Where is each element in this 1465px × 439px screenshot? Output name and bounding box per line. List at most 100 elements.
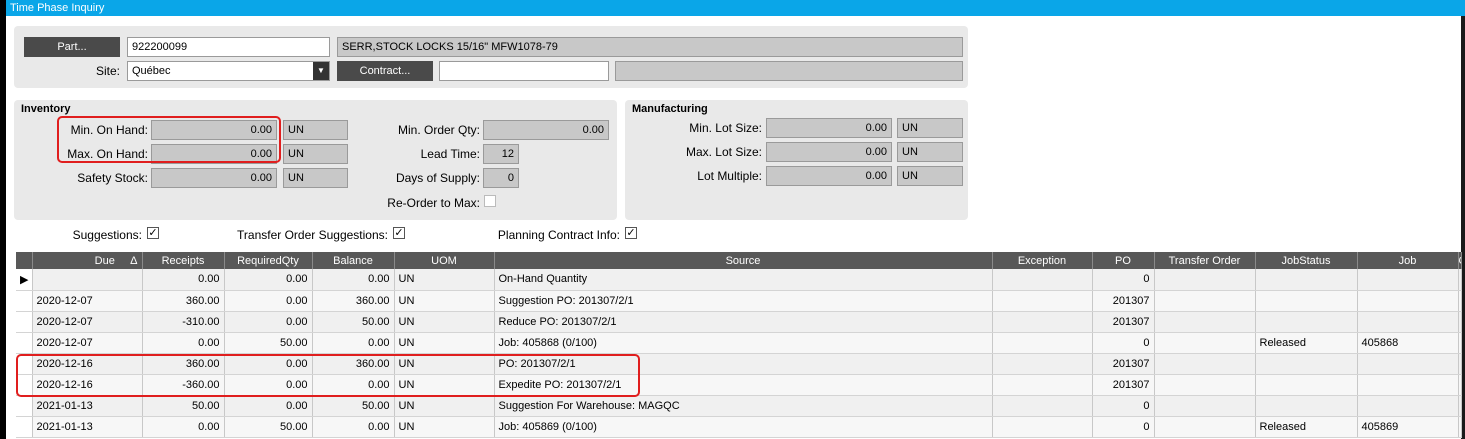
cell-exception[interactable] (992, 332, 1093, 354)
cell-source[interactable]: Job: 405868 (0/100) (494, 332, 993, 354)
cell-due[interactable]: 2020-12-07 (32, 311, 143, 333)
cell-receipts[interactable]: 50.00 (142, 395, 225, 417)
cell-po[interactable]: 201307 (1092, 290, 1155, 312)
row-selector[interactable] (16, 395, 33, 417)
cell-uom[interactable]: UN (394, 395, 495, 417)
cell-source[interactable]: Suggestion PO: 201307/2/1 (494, 290, 993, 312)
cell-balance[interactable]: 360.00 (312, 353, 395, 375)
column-header-source[interactable]: Source (494, 252, 993, 269)
cell-po[interactable]: 0 (1092, 269, 1155, 291)
cell-due[interactable] (32, 269, 143, 291)
part-input[interactable]: 922200099 (127, 37, 330, 57)
cell-c[interactable] (1458, 353, 1462, 375)
column-header-po[interactable]: PO (1092, 252, 1155, 269)
row-selector[interactable] (16, 353, 33, 375)
days-of-supply-field[interactable]: 0 (483, 168, 519, 188)
cell-job[interactable] (1357, 353, 1459, 375)
safety-stock-field[interactable]: 0.00 (151, 168, 277, 188)
cell-job[interactable] (1357, 290, 1459, 312)
cell-balance[interactable]: 50.00 (312, 311, 395, 333)
cell-jobstatus[interactable]: Released (1255, 332, 1358, 354)
reorder-to-max-checkbox[interactable] (484, 195, 496, 207)
cell-balance[interactable]: 0.00 (312, 269, 395, 291)
min-on-hand-field[interactable]: 0.00 (151, 120, 277, 140)
cell-balance[interactable]: 0.00 (312, 416, 395, 438)
column-header-requiredqty[interactable]: RequiredQty (224, 252, 313, 269)
cell-transfer[interactable] (1154, 311, 1256, 333)
cell-receipts[interactable]: -310.00 (142, 311, 225, 333)
max-on-hand-field[interactable]: 0.00 (151, 144, 277, 164)
min-lot-field[interactable]: 0.00 (766, 118, 892, 138)
suggestions-checkbox[interactable]: ✓ (147, 227, 159, 239)
cell-po[interactable]: 0 (1092, 395, 1155, 417)
cell-due[interactable]: 2020-12-07 (32, 332, 143, 354)
cell-uom[interactable]: UN (394, 353, 495, 375)
cell-required[interactable]: 0.00 (224, 395, 313, 417)
cell-receipts[interactable]: 360.00 (142, 290, 225, 312)
cell-source[interactable]: Expedite PO: 201307/2/1 (494, 374, 993, 396)
cell-po[interactable]: 201307 (1092, 311, 1155, 333)
cell-c[interactable] (1458, 416, 1462, 438)
cell-required[interactable]: 0.00 (224, 290, 313, 312)
cell-job[interactable]: 405869 (1357, 416, 1459, 438)
lot-multiple-field[interactable]: 0.00 (766, 166, 892, 186)
cell-uom[interactable]: UN (394, 374, 495, 396)
cell-receipts[interactable]: 0.00 (142, 416, 225, 438)
cell-required[interactable]: 0.00 (224, 269, 313, 291)
cell-po[interactable]: 0 (1092, 332, 1155, 354)
cell-receipts[interactable]: 0.00 (142, 332, 225, 354)
row-selector[interactable] (16, 374, 33, 396)
cell-transfer[interactable] (1154, 269, 1256, 291)
row-selector[interactable] (16, 290, 33, 312)
cell-receipts[interactable]: 360.00 (142, 353, 225, 375)
column-header-job[interactable]: Job (1357, 252, 1459, 269)
cell-exception[interactable] (992, 353, 1093, 375)
cell-balance[interactable]: 0.00 (312, 332, 395, 354)
cell-balance[interactable]: 360.00 (312, 290, 395, 312)
column-header-exception[interactable]: Exception (992, 252, 1093, 269)
cell-transfer[interactable] (1154, 353, 1256, 375)
table-row[interactable]: 2021-01-13 0.00 50.00 0.00 UN Job: 405869 (0/… (16, 416, 1462, 438)
cell-due[interactable]: 2021-01-13 (32, 395, 143, 417)
cell-po[interactable]: 201307 (1092, 374, 1155, 396)
cell-job[interactable] (1357, 374, 1459, 396)
row-selector[interactable] (16, 416, 33, 438)
column-header-c[interactable]: C (1458, 252, 1462, 269)
cell-receipts[interactable]: -360.00 (142, 374, 225, 396)
cell-po[interactable]: 201307 (1092, 353, 1155, 375)
cell-exception[interactable] (992, 290, 1093, 312)
cell-jobstatus[interactable] (1255, 374, 1358, 396)
contract-button[interactable]: Contract... (337, 61, 433, 81)
table-row[interactable]: 2020-12-16 -360.00 0.00 0.00 UN Expedite PO: … (16, 374, 1462, 396)
table-row[interactable]: 2021-01-13 50.00 0.00 50.00 UN Suggestion For… (16, 395, 1462, 417)
cell-c[interactable] (1458, 290, 1462, 312)
cell-exception[interactable] (992, 311, 1093, 333)
cell-job[interactable]: 405868 (1357, 332, 1459, 354)
cell-job[interactable] (1357, 311, 1459, 333)
cell-c[interactable] (1458, 395, 1462, 417)
column-header-jobstatus[interactable]: JobStatus (1255, 252, 1358, 269)
cell-source[interactable]: Suggestion For Warehouse: MAGQC (494, 395, 993, 417)
column-header-due[interactable]: Due Δ (32, 252, 143, 269)
cell-job[interactable] (1357, 395, 1459, 417)
cell-exception[interactable] (992, 269, 1093, 291)
cell-due[interactable]: 2020-12-16 (32, 353, 143, 375)
cell-balance[interactable]: 0.00 (312, 374, 395, 396)
site-select[interactable]: Québec (127, 61, 330, 81)
cell-uom[interactable]: UN (394, 416, 495, 438)
cell-jobstatus[interactable] (1255, 311, 1358, 333)
cell-c[interactable] (1458, 332, 1462, 354)
table-row[interactable]: 2020-12-16 360.00 0.00 360.00 UN PO: 201307/2… (16, 353, 1462, 375)
cell-uom[interactable]: UN (394, 332, 495, 354)
cell-required[interactable]: 0.00 (224, 353, 313, 375)
cell-uom[interactable]: UN (394, 269, 495, 291)
cell-required[interactable]: 0.00 (224, 374, 313, 396)
cell-due[interactable]: 2020-12-07 (32, 290, 143, 312)
cell-source[interactable]: Reduce PO: 201307/2/1 (494, 311, 993, 333)
column-header-receipts[interactable]: Receipts (142, 252, 225, 269)
cell-due[interactable]: 2020-12-16 (32, 374, 143, 396)
cell-jobstatus[interactable] (1255, 353, 1358, 375)
table-row[interactable]: 2020-12-07 360.00 0.00 360.00 UN Suggestion P… (16, 290, 1462, 312)
cell-required[interactable]: 50.00 (224, 332, 313, 354)
cell-due[interactable]: 2021-01-13 (32, 416, 143, 438)
